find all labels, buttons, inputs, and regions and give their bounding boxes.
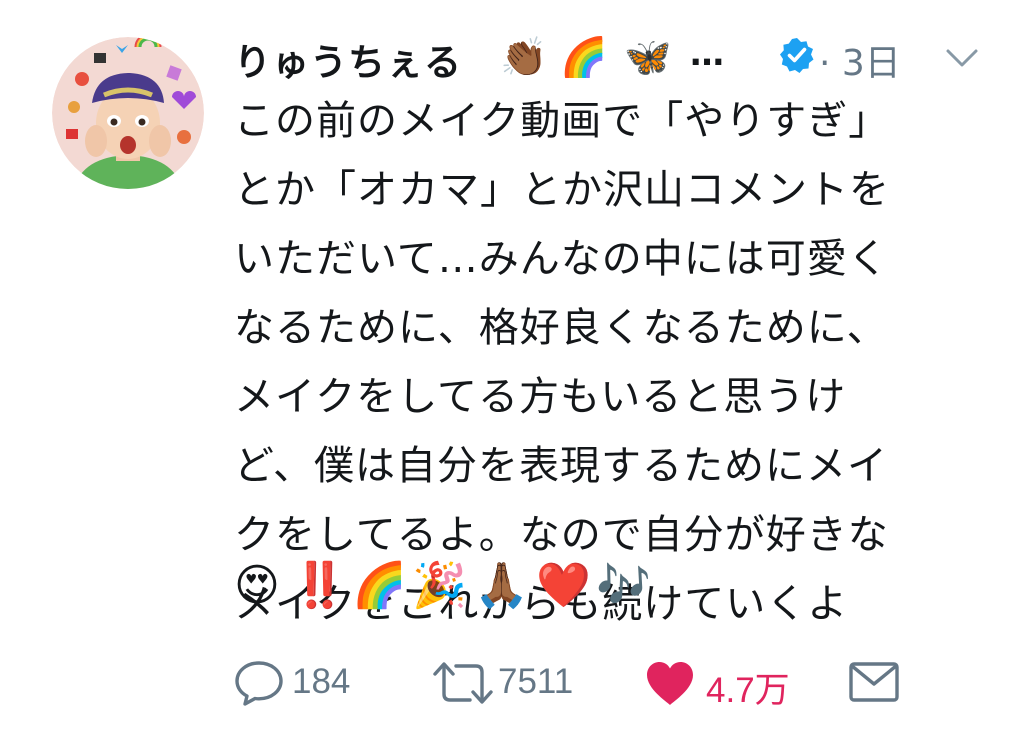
tweet-card: りゅうちぇる 👏🏾 🌈 🦋 … · 3日 この前のメイク動画で「やりすぎ」 とか… xyxy=(0,0,1024,741)
timestamp-separator: · xyxy=(819,43,831,84)
verified-badge-icon xyxy=(780,38,814,73)
double-exclamation-emoji: ‼️ xyxy=(292,560,347,611)
display-name[interactable]: りゅうちぇる xyxy=(234,32,462,86)
avatar-image xyxy=(52,37,204,189)
reply-button[interactable]: 184 xyxy=(234,652,374,716)
tweet-text-line: メイクをしてる方もいると思うけ xyxy=(234,374,847,420)
tweet-emoji-line: 😍 ‼️ 🌈 🎉 🙏🏾 ❤️ 🎶 xyxy=(234,556,674,620)
tweet-text-line: なるために、格好良くなるために、 xyxy=(234,305,888,351)
tweet-timestamp[interactable]: · 3日 xyxy=(819,34,901,86)
envelope-icon xyxy=(849,662,899,702)
heart-eyes-emoji: 😍 xyxy=(234,560,280,611)
retweet-icon xyxy=(433,662,493,704)
tweet-text-line: ど、僕は自分を表現するためにメイ xyxy=(234,443,888,489)
reply-count: 184 xyxy=(292,662,351,701)
rainbow-emoji: 🌈 xyxy=(352,560,407,611)
avatar[interactable] xyxy=(52,37,204,189)
red-heart-emoji: ❤️ xyxy=(536,560,591,611)
retweet-button[interactable]: 7511 xyxy=(430,652,600,716)
tweet-header: りゅうちぇる 👏🏾 🌈 🦋 … · 3日 xyxy=(234,28,994,84)
party-popper-emoji: 🎉 xyxy=(412,560,467,611)
timestamp-value: 3日 xyxy=(841,43,901,84)
tweet-action-bar: 184 7511 4.7万 xyxy=(234,652,954,716)
folded-hands-emoji: 🙏🏾 xyxy=(474,560,529,611)
heart-icon xyxy=(647,662,693,705)
clapping-hands-emoji: 👏🏾 xyxy=(500,35,548,79)
tweet-text-line: いただいて…みんなの中には可愛く xyxy=(234,236,889,282)
tweet-text-line: この前のメイク動画で「やりすぎ」 xyxy=(234,98,890,144)
direct-message-button[interactable] xyxy=(848,652,908,716)
like-button[interactable]: 4.7万 xyxy=(644,652,824,716)
chevron-down-icon[interactable] xyxy=(944,42,980,72)
like-count: 4.7万 xyxy=(706,671,790,710)
tweet-text-line: とか「オカマ」とか沢山コメントを xyxy=(234,167,890,213)
reply-icon xyxy=(235,661,283,706)
musical-notes-emoji: 🎶 xyxy=(596,560,651,611)
butterfly-emoji: 🦋 xyxy=(624,35,672,79)
retweet-count: 7511 xyxy=(498,662,574,701)
rainbow-emoji: 🌈 xyxy=(560,35,608,79)
name-truncation-ellipsis: … xyxy=(690,34,724,74)
